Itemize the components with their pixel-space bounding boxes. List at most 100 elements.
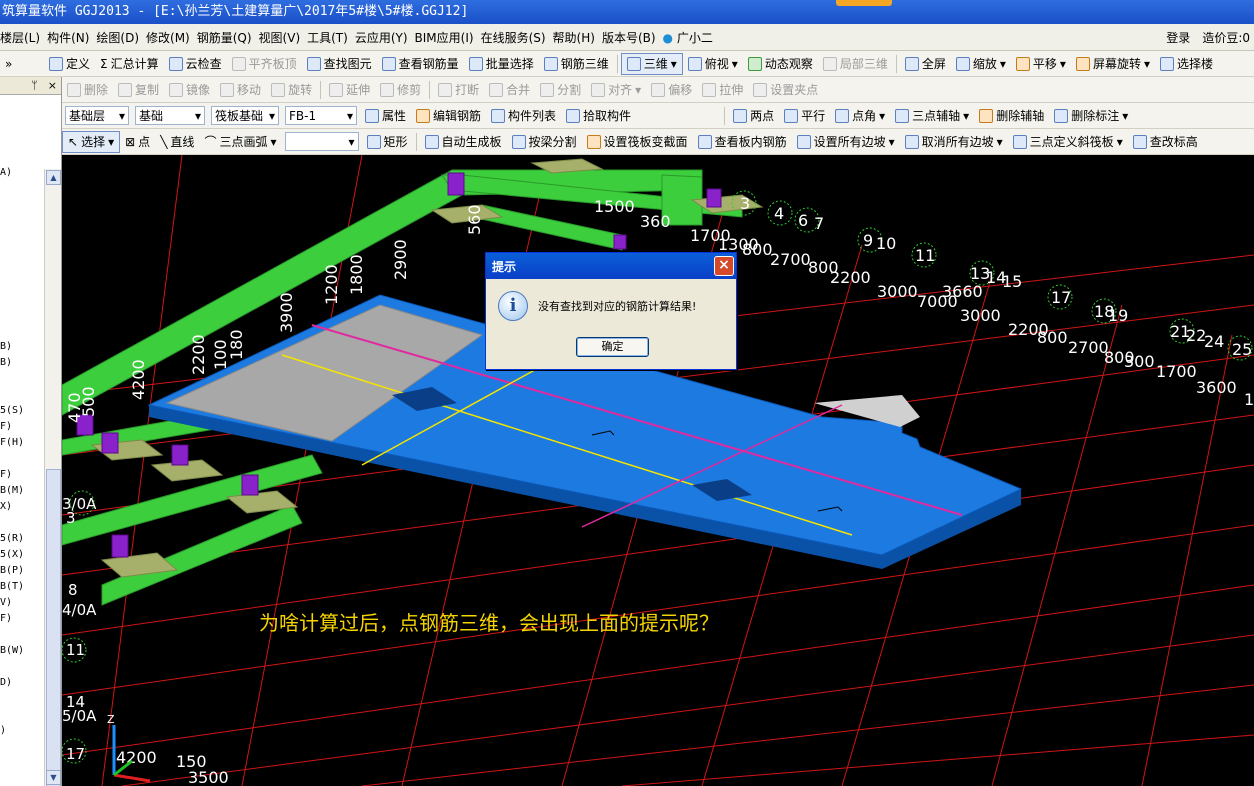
menu-tools[interactable]: 工具(T) — [307, 29, 355, 46]
stretch-button[interactable]: 拉伸 — [697, 79, 748, 101]
scroll-thumb[interactable] — [46, 469, 61, 786]
line-button[interactable]: ╲ 直线 — [155, 131, 199, 153]
rotate-button[interactable]: 旋转 — [266, 79, 317, 101]
align-button[interactable]: 对齐 ▾ — [586, 79, 646, 101]
view-rebar-button[interactable]: 查看钢筋量 — [377, 53, 464, 75]
extend-button[interactable]: 延伸 — [324, 79, 375, 101]
select-button[interactable]: ↖ 选择 ▾ — [62, 130, 121, 153]
list-item[interactable]: X) — [0, 501, 12, 512]
set-all-slope-button[interactable]: 设置所有边坡 ▾ — [792, 131, 900, 153]
list-item[interactable]: B) — [0, 341, 12, 352]
menu-online[interactable]: 在线服务(S) — [481, 29, 553, 46]
edit-rebar-button[interactable]: 编辑钢筋 — [411, 105, 486, 127]
parallel-button[interactable]: 平行 — [779, 105, 830, 127]
menu-version[interactable]: 版本号(B) — [602, 29, 663, 46]
split-by-beam-button[interactable]: 按梁分割 — [507, 131, 582, 153]
floor-select[interactable]: 基础层 ▾ — [65, 106, 129, 125]
list-item[interactable]: B) — [0, 357, 12, 368]
list-item[interactable]: V) — [0, 597, 12, 608]
list-item[interactable]: B(P) — [0, 565, 24, 576]
set-grip-button[interactable]: 设置夹点 — [748, 79, 823, 101]
type-select[interactable]: 筏板基础 ▾ — [211, 106, 279, 125]
list-item[interactable]: A) — [0, 167, 12, 178]
list-item[interactable]: ) — [0, 725, 6, 736]
fullscreen-button[interactable]: 全屏 — [900, 53, 951, 75]
point-button[interactable]: ⊠ 点 — [120, 131, 155, 153]
scroll-up-icon[interactable]: ▲ — [46, 170, 61, 185]
pick-member-button[interactable]: 拾取构件 — [561, 105, 636, 127]
copy-button[interactable]: 复制 — [113, 79, 164, 101]
cloud-check-button[interactable]: 云检查 — [164, 53, 227, 75]
top-view-button[interactable]: 俯视 ▾ — [683, 53, 743, 75]
member-list-button[interactable]: 构件列表 — [486, 105, 561, 127]
two-points-button[interactable]: 两点 — [728, 105, 779, 127]
member-select[interactable]: FB-1 ▾ — [285, 106, 357, 125]
list-item[interactable]: D) — [0, 677, 12, 688]
close-icon[interactable]: × — [714, 256, 734, 276]
menu-modify[interactable]: 修改(M) — [146, 29, 197, 46]
view-slab-rebar-button[interactable]: 查看板内钢筋 — [693, 131, 792, 153]
property-button[interactable]: 属性 — [360, 105, 411, 127]
list-item[interactable]: 5(S) — [0, 405, 24, 416]
menu-help[interactable]: 帮助(H) — [553, 29, 602, 46]
draw-mode-select[interactable]: ▾ — [284, 132, 359, 151]
list-item[interactable]: B(W) — [0, 645, 24, 656]
list-item[interactable]: F) — [0, 421, 12, 432]
three-point-slope-button[interactable]: 三点定义斜筏板 ▾ — [1008, 131, 1128, 153]
sum-calc-button[interactable]: Σ 汇总计算 — [95, 53, 164, 75]
category-select[interactable]: 基础 ▾ — [135, 106, 205, 125]
delete-button[interactable]: 删除 — [62, 79, 113, 101]
list-item[interactable]: B(T) — [0, 581, 24, 592]
set-slab-section-button[interactable]: 设置筏板变截面 — [582, 131, 693, 153]
flat-top-button[interactable]: 平齐板顶 — [227, 53, 302, 75]
menu-floor[interactable]: 楼层(L) — [0, 29, 47, 46]
move-button[interactable]: 移动 — [215, 79, 266, 101]
check-elevation-button[interactable]: 查改标高 — [1128, 131, 1203, 153]
menu-cloud[interactable]: 云应用(Y) — [355, 29, 415, 46]
login-link[interactable]: 登录 — [1166, 29, 1190, 46]
local-3d-button[interactable]: 局部三维 — [818, 53, 893, 75]
rect-button[interactable]: 矩形 — [362, 131, 413, 153]
menu-assistant[interactable]: ● 广小二 — [663, 29, 720, 46]
pan-button[interactable]: 平移 ▾ — [1011, 53, 1071, 75]
three-point-aux-button[interactable]: 三点辅轴 ▾ — [890, 105, 974, 127]
drawing-viewport[interactable]: 1500 360 560 1700 1 300 800 2700 800 2200… — [62, 155, 1254, 786]
merge-button[interactable]: 合并 — [484, 79, 535, 101]
left-panel-scrollbar[interactable]: ▲ ▼ — [44, 169, 61, 786]
list-item[interactable]: F(H) — [0, 437, 24, 448]
menu-draw[interactable]: 绘图(D) — [96, 29, 146, 46]
menu-member[interactable]: 构件(N) — [47, 29, 96, 46]
select-layer-button[interactable]: 选择楼 — [1155, 53, 1218, 75]
close-icon[interactable]: × — [48, 79, 57, 92]
break-button[interactable]: 打断 — [433, 79, 484, 101]
three-point-arc-button[interactable]: ⌒ 三点画弧 ▾ — [199, 131, 281, 153]
auto-gen-slab-button[interactable]: 自动生成板 — [420, 131, 507, 153]
trim-button[interactable]: 修剪 — [375, 79, 426, 101]
menu-view[interactable]: 视图(V) — [259, 29, 308, 46]
menu-bim[interactable]: BIM应用(I) — [415, 29, 481, 46]
list-item[interactable]: 5(R) — [0, 533, 24, 544]
delete-aux-button[interactable]: 删除辅轴 — [974, 105, 1049, 127]
view-3d-button[interactable]: 三维 ▾ — [620, 52, 683, 75]
list-item[interactable]: F) — [0, 469, 12, 480]
list-item[interactable]: 5(X) — [0, 549, 24, 560]
split-button[interactable]: 分割 — [535, 79, 586, 101]
pin-icon[interactable]: ᛘ — [31, 79, 38, 92]
rebar-3d-button[interactable]: 钢筋三维 — [539, 53, 614, 75]
mirror-button[interactable]: 镜像 — [164, 79, 215, 101]
find-element-button[interactable]: 查找图元 — [302, 53, 377, 75]
rotate-screen-button[interactable]: 屏幕旋转 ▾ — [1071, 53, 1155, 75]
zoom-button[interactable]: 缩放 ▾ — [951, 53, 1011, 75]
delete-dim-button[interactable]: 删除标注 ▾ — [1049, 105, 1133, 127]
define-button[interactable]: 定义 — [44, 53, 95, 75]
dynamic-view-button[interactable]: 动态观察 — [743, 53, 818, 75]
cancel-all-slope-button[interactable]: 取消所有边坡 ▾ — [900, 131, 1008, 153]
batch-select-button[interactable]: 批量选择 — [464, 53, 539, 75]
scroll-down-icon[interactable]: ▼ — [46, 770, 61, 785]
menu-rebar-qty[interactable]: 钢筋量(Q) — [197, 29, 259, 46]
point-angle-button[interactable]: 点角 ▾ — [830, 105, 890, 127]
toolbar-overflow[interactable]: » — [0, 53, 44, 75]
list-item[interactable]: B(M) — [0, 485, 24, 496]
offset-button[interactable]: 偏移 — [646, 79, 697, 101]
ok-button[interactable]: 确定 — [576, 337, 649, 357]
